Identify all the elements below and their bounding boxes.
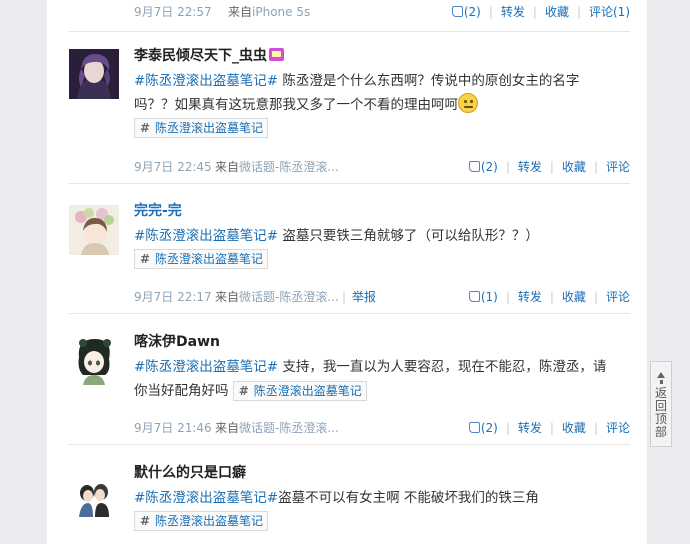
divider (68, 313, 630, 314)
thumb-up-icon (468, 422, 480, 433)
back-to-top-label: 返回顶部 (655, 386, 668, 439)
username[interactable]: 喀沫伊Dawn (134, 332, 630, 352)
hash-icon: # (139, 252, 151, 266)
thumb-up-icon (468, 161, 480, 172)
divider (68, 183, 630, 184)
username[interactable]: 李泰民倾尽天下_虫虫 (134, 46, 630, 66)
divider (68, 444, 630, 445)
comment-button[interactable]: 评论(1) (589, 5, 630, 19)
post-text: #陈丞澄滚出盗墓笔记#盗墓不可以有女主啊 不能破坏我们的铁三角 (134, 490, 539, 506)
post-actions: (2) | 转发 | 收藏 | 评论 (468, 158, 630, 175)
post-meta: 9月7日 22:45 来自微话题-陈丞澄滚... (2) | 转发 | 收藏 | 评论 (134, 158, 630, 174)
topic-link[interactable]: #陈丞澄滚出盗墓笔记# (134, 73, 278, 89)
favorite-button[interactable]: 收藏 (562, 290, 586, 304)
topic-link[interactable]: #陈丞澄滚出盗墓笔记# (134, 490, 278, 506)
post-time[interactable]: 9月7日 21:46 (134, 419, 212, 436)
topic-link[interactable]: #陈丞澄滚出盗墓笔记# (134, 228, 278, 244)
avatar[interactable] (69, 49, 119, 99)
topic-tag[interactable]: # 陈丞澄滚出盗墓笔记 (232, 381, 367, 401)
comment-button[interactable]: 评论 (606, 290, 630, 304)
favorite-button[interactable]: 收藏 (545, 5, 569, 19)
post-source[interactable]: iPhone 5s (252, 5, 310, 19)
post-time[interactable]: 9月7日 22:45 (134, 158, 212, 175)
from-prefix: 来自 (228, 5, 253, 19)
like-button[interactable]: (2) (451, 5, 481, 19)
post-time[interactable]: 9月7日 22:17 (134, 288, 212, 305)
post-text: #陈丞澄滚出盗墓笔记# 盗墓只要铁三角就够了（可以给队形？？） (134, 228, 539, 244)
avatar[interactable] (69, 473, 119, 523)
avatar[interactable] (69, 335, 119, 385)
from-prefix: 来自 (215, 290, 240, 304)
username[interactable]: 默什么的只是口癖 (134, 463, 630, 483)
repost-button[interactable]: 转发 (518, 290, 542, 304)
post-text: #陈丞澄滚出盗墓笔记# 陈丞澄是个什么东西啊？传说中的原创女主的名字 吗？？如果真… (134, 73, 580, 113)
like-count: (2) (463, 5, 481, 19)
emoji-icon (458, 93, 478, 113)
weibo-comment-feed: 9月7日 22:57 来自iPhone 5s (2) | 转发 | 收藏 | 评论(1) 李… (47, 0, 647, 544)
topic-link[interactable]: #陈丞澄滚出盗墓笔记# (134, 359, 278, 375)
previous-post-meta: 9月7日 22:57 来自iPhone 5s (2) | 转发 | 收藏 | 评论(1) (68, 3, 630, 32)
divider (68, 31, 630, 32)
topic-tag[interactable]: # 陈丞澄滚出盗墓笔记 (134, 118, 269, 138)
like-button[interactable]: (1) (468, 290, 498, 304)
comment-button[interactable]: 评论 (606, 421, 630, 435)
from-prefix: 来自 (215, 421, 240, 435)
hash-icon: # (238, 384, 249, 398)
like-button[interactable]: (2) (468, 160, 498, 174)
favorite-button[interactable]: 收藏 (562, 421, 586, 435)
thumb-up-icon (451, 6, 463, 17)
post-source-line: 来自iPhone 5s (228, 3, 310, 20)
hash-icon: # (139, 514, 151, 528)
repost-button[interactable]: 转发 (518, 421, 542, 435)
post-actions: (2) | 转发 | 收藏 | 评论(1) (451, 3, 630, 20)
back-to-top-button[interactable]: 返回顶部 (650, 361, 672, 447)
vip-tv-icon[interactable] (269, 48, 284, 61)
thumb-up-icon (468, 291, 480, 302)
hash-icon: # (139, 121, 151, 135)
report-link[interactable]: 举报 (352, 290, 376, 304)
avatar[interactable] (69, 205, 119, 255)
username[interactable]: 完完-完 (134, 201, 630, 221)
comment-button[interactable]: 评论 (606, 160, 630, 174)
post-actions: (1) | 转发 | 收藏 | 评论 (468, 288, 630, 305)
post-source[interactable]: 微话题-陈丞澄滚... (239, 421, 339, 435)
post-time[interactable]: 9月7日 22:57 (134, 3, 212, 20)
post-meta: 9月7日 21:46 来自微话题-陈丞澄滚... (2) | 转发 | 收藏 | 评论 (134, 419, 630, 435)
like-button[interactable]: (2) (468, 421, 498, 435)
post-text: #陈丞澄滚出盗墓笔记# 支持，我一直以为人要容忍，现在不能忍，陈澄丞，请 你当好配… (134, 359, 607, 401)
repost-button[interactable]: 转发 (501, 5, 525, 19)
repost-button[interactable]: 转发 (518, 160, 542, 174)
post-source[interactable]: 微话题-陈丞澄滚... (239, 160, 339, 174)
post-actions: (2) | 转发 | 收藏 | 评论 (468, 419, 630, 436)
arrow-up-icon (657, 372, 665, 378)
post-meta: 9月7日 22:17 来自微话题-陈丞澄滚... | 举报 (1) | 转发 | 收藏 | 评… (134, 288, 630, 305)
favorite-button[interactable]: 收藏 (562, 160, 586, 174)
topic-tag[interactable]: # 陈丞澄滚出盗墓笔记 (134, 511, 269, 531)
post-source[interactable]: 微话题-陈丞澄滚... (239, 290, 339, 304)
from-prefix: 来自 (215, 160, 240, 174)
topic-tag[interactable]: # 陈丞澄滚出盗墓笔记 (134, 249, 269, 269)
